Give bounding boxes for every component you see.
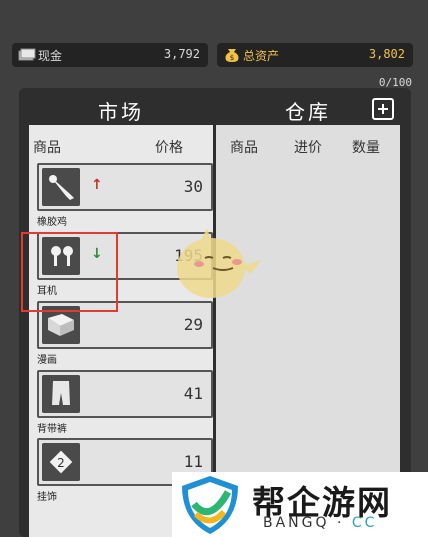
add-button[interactable] — [372, 98, 394, 120]
trade-panel: 市场 仓库 商品 价格 ↑ 30 橡胶鸡 ↓ 195 耳机 — [19, 88, 411, 537]
shield-logo-icon — [182, 476, 238, 534]
watermark-sub-left: BANGQ — [263, 515, 330, 531]
warehouse-cost-header: 进价 — [294, 140, 322, 156]
item-price: 29 — [183, 315, 203, 334]
market-item-rubber-chicken[interactable]: ↑ 30 — [37, 163, 213, 211]
assets-value: 3,802 — [368, 47, 405, 61]
cash-label: 现金 — [38, 49, 63, 63]
svg-text:2: 2 — [57, 456, 65, 470]
capacity-counter: 0/100 — [378, 76, 412, 89]
cash-icon — [18, 48, 36, 61]
svg-text:$: $ — [230, 54, 234, 62]
watermark-dot: · — [336, 515, 345, 531]
mascot-watermark — [177, 228, 261, 298]
market-item-header: 商品 — [33, 140, 61, 156]
item-price: 41 — [183, 384, 203, 403]
market-price-header: 价格 — [155, 140, 183, 156]
item-name: 橡胶鸡 — [37, 217, 67, 228]
item-price: 11 — [183, 452, 203, 471]
cash-value: 3,792 — [163, 47, 200, 61]
warehouse-item-header: 商品 — [230, 140, 258, 156]
item-name: 背带裤 — [37, 424, 67, 435]
total-assets-stat: $ 总资产 3,802 — [217, 43, 413, 67]
item-name: 挂饰 — [37, 492, 57, 503]
watermark-subtitle: BANGQ · CC — [263, 515, 377, 531]
pendant-icon: 2 — [42, 443, 80, 481]
market-item-overalls[interactable]: 41 — [37, 370, 213, 418]
highlight-box — [21, 232, 118, 312]
rubber-chicken-icon — [42, 168, 80, 206]
cash-stat: 现金 3,792 — [12, 43, 208, 67]
item-name: 漫画 — [37, 355, 57, 366]
item-price: 30 — [183, 177, 203, 196]
assets-label: 总资产 — [243, 49, 280, 63]
money-bag-icon: $ — [225, 49, 239, 62]
tab-market[interactable]: 市场 — [98, 96, 144, 125]
warehouse-qty-header: 数量 — [352, 140, 380, 156]
trend-up-icon: ↑ — [91, 177, 103, 193]
overalls-icon — [42, 375, 80, 413]
watermark-sub-right: CC — [351, 515, 378, 531]
tab-warehouse[interactable]: 仓库 — [285, 96, 331, 125]
